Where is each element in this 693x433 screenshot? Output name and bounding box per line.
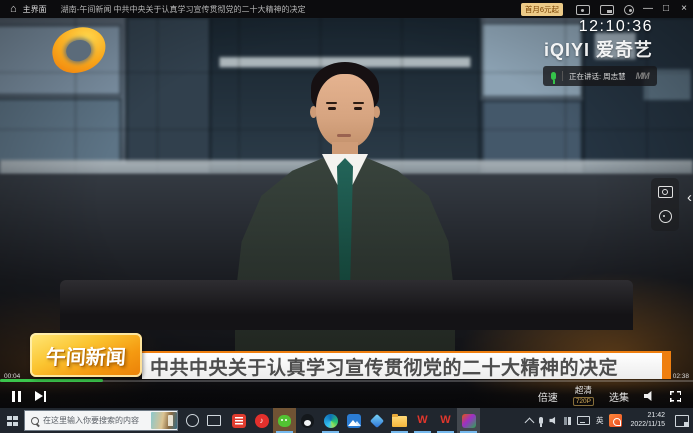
quality-button[interactable]: 超清 720P: [573, 386, 594, 405]
microphone-icon: [551, 72, 556, 80]
taskbar-app-wps-2[interactable]: W: [434, 408, 457, 433]
quality-label: 超清: [575, 386, 592, 395]
news-ticker-text: 中共中央关于认真学习宣传贯彻党的二十大精神的决定: [142, 353, 618, 380]
action-center-icon[interactable]: [675, 415, 689, 427]
windows-logo-icon: [7, 416, 12, 421]
qq-icon: [301, 414, 314, 428]
start-button[interactable]: [0, 408, 24, 433]
wechat-icon: [278, 415, 291, 427]
playback-speed-button[interactable]: 倍速: [538, 389, 558, 404]
volume-icon[interactable]: [644, 391, 656, 402]
episodes-button[interactable]: 选集: [609, 389, 629, 404]
diamond-app-icon: [369, 413, 383, 427]
news-ticker: 中共中央关于认真学习宣传贯彻党的二十大精神的决定: [142, 351, 662, 379]
collapse-panel-chevron-icon[interactable]: ‹: [687, 190, 692, 205]
music-app-icon: ♪: [255, 414, 269, 428]
badge-icon[interactable]: [659, 210, 672, 223]
progress-track[interactable]: [0, 380, 693, 382]
taskbar-app-wechat[interactable]: [273, 408, 296, 433]
tray-touch-keyboard-icon[interactable]: [577, 416, 590, 425]
promo-badge[interactable]: 首月6元起: [521, 3, 563, 16]
search-input[interactable]: [43, 416, 139, 425]
home-button[interactable]: 主界面: [23, 4, 47, 15]
file-explorer-icon: [392, 416, 407, 427]
tray-network-icon[interactable]: [568, 417, 571, 425]
windows-taskbar: ♪ W W 英 21:42 2022/11/15: [0, 408, 693, 433]
taskbar-app-docs[interactable]: [227, 408, 250, 433]
task-view-icon[interactable]: [207, 415, 221, 426]
fullscreen-icon[interactable]: [670, 391, 681, 402]
clock-time: 21:42: [647, 412, 665, 421]
program-logo-text: 午间新闻: [45, 341, 127, 370]
taskbar-app-music[interactable]: ♪: [250, 408, 273, 433]
iqiyi-player-window: ⌂ 主界面 湖南-午间新闻 中共中央关于认真学习宣传贯彻党的二十大精神的决定 首…: [0, 0, 693, 433]
window-titlebar: ⌂ 主界面 湖南-午间新闻 中共中央关于认真学习宣传贯彻党的二十大精神的决定 首…: [0, 0, 693, 18]
mini-window-icon[interactable]: [600, 5, 614, 15]
total-duration: 02:38: [673, 373, 689, 380]
progress-fill[interactable]: [0, 379, 103, 382]
screenshot-camera-icon[interactable]: [658, 186, 673, 198]
clock-date: 2022/11/15: [630, 421, 665, 430]
pause-button[interactable]: [12, 391, 15, 402]
tray-overflow-chevron-icon[interactable]: [525, 417, 535, 427]
news-desk: [60, 280, 633, 330]
taskbar-file-explorer[interactable]: [388, 408, 411, 433]
settings-gear-icon[interactable]: [624, 5, 634, 15]
window-title: 湖南-午间新闻 中共中央关于认真学习宣传贯彻党的二十大精神的决定: [61, 4, 521, 15]
tray-microphone-icon[interactable]: [539, 417, 543, 424]
system-tray: 英 21:42 2022/11/15: [526, 412, 693, 430]
maximize-button[interactable]: □: [657, 0, 675, 18]
taskbar-app-diamond[interactable]: [365, 408, 388, 433]
meeting-app-logo-icon: MM: [636, 71, 649, 81]
taskbar-app-qq[interactable]: [296, 408, 319, 433]
docs-app-icon: [232, 414, 246, 428]
home-icon[interactable]: ⌂: [10, 0, 17, 18]
wps-icon: W: [440, 415, 450, 426]
edge-browser-icon: [324, 414, 338, 428]
anchor-face: [316, 74, 374, 148]
taskbar-app-wps-1[interactable]: W: [411, 408, 434, 433]
photos-app-icon: [347, 414, 361, 428]
cast-icon[interactable]: [576, 5, 590, 15]
tray-volume-icon[interactable]: [549, 417, 558, 425]
speaking-indicator-pill: 正在讲话: 周志慧 MM: [543, 66, 657, 86]
input-language-indicator[interactable]: 英: [596, 415, 604, 426]
player-control-bar: 倍速 超清 720P 选集: [0, 384, 693, 408]
close-button[interactable]: ×: [675, 0, 693, 18]
minimize-button[interactable]: —: [639, 0, 657, 18]
office-app-icon: [462, 414, 476, 428]
taskbar-search-box[interactable]: [24, 410, 178, 431]
taskbar-app-office[interactable]: [457, 408, 480, 433]
iqiyi-watermark: iQIYI 爱奇艺: [544, 36, 653, 62]
quality-value: 720P: [573, 397, 594, 406]
taskbar-clock[interactable]: 21:42 2022/11/15: [628, 412, 667, 430]
program-logo: 午间新闻: [30, 333, 142, 377]
speaking-indicator-text: 正在讲话: 周志慧: [569, 71, 626, 82]
taskbar-app-photos[interactable]: [342, 408, 365, 433]
next-episode-button[interactable]: [35, 391, 43, 401]
search-icon: [31, 417, 39, 425]
taskbar-app-edge[interactable]: [319, 408, 342, 433]
video-surface[interactable]: 12:10:36 iQIYI 爱奇艺 正在讲话: 周志慧 MM ‹ 午间新闻 中…: [0, 18, 693, 408]
search-daily-image[interactable]: [151, 412, 177, 429]
cortana-icon[interactable]: [186, 414, 199, 427]
side-toolbar: [651, 178, 679, 231]
wps-icon: W: [417, 415, 427, 426]
broadcast-clock: 12:10:36: [579, 18, 653, 36]
tray-app-icon[interactable]: [609, 414, 622, 427]
ticker-orange-cap: [662, 351, 671, 379]
